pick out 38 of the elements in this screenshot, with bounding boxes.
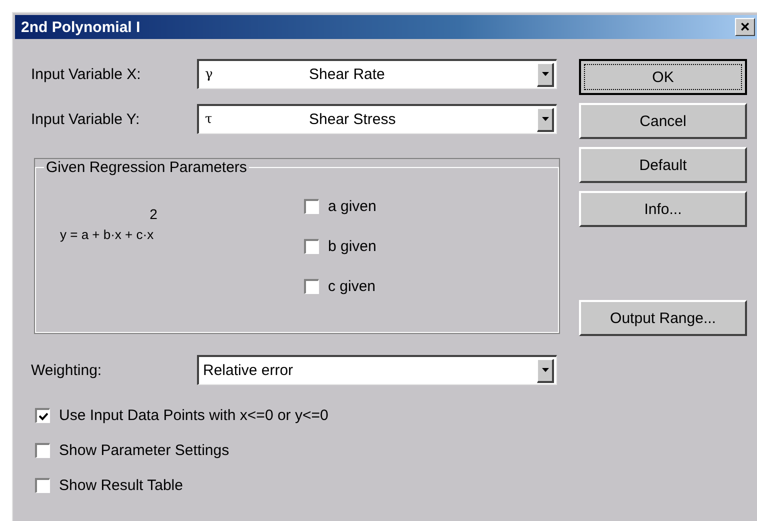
variable-symbol: τ (204, 112, 214, 127)
caret-icon (542, 72, 548, 76)
dialog-button[interactable]: Default (579, 147, 747, 183)
variable-dropdown[interactable]: τ Shear Stress (197, 104, 557, 134)
caret-icon (542, 368, 548, 372)
checkbox-label: Show Parameter Settings (59, 442, 230, 459)
dropdown-value: Shear Stress (308, 111, 397, 128)
checkbox-label: a given (328, 198, 376, 215)
check-icon (38, 412, 48, 420)
weighting-dropdown[interactable]: Relative error (197, 355, 557, 385)
checkbox-label: c given (328, 278, 376, 295)
group-title: Given Regression Parameters (45, 159, 248, 176)
checkbox[interactable] (304, 279, 319, 294)
field-label: Weighting: (31, 362, 103, 378)
dropdown-button[interactable] (537, 62, 554, 86)
dialog-button[interactable]: Output Range... (579, 300, 747, 336)
checkbox[interactable] (304, 239, 319, 254)
checkbox-label: Show Result Table (59, 477, 183, 494)
dropdown-value: Shear Rate (308, 66, 386, 83)
variable-dropdown[interactable]: γ Shear Rate (197, 59, 557, 89)
variable-symbol: γ (204, 67, 214, 82)
close-button[interactable]: × (735, 18, 755, 36)
checkbox[interactable] (35, 408, 50, 423)
dropdown-value: Relative error (202, 362, 294, 379)
dropdown-button[interactable] (537, 108, 554, 132)
checkbox-label: b given (328, 238, 376, 255)
dialog-button[interactable]: OK (579, 59, 747, 95)
field-label: Input Variable Y: (31, 110, 141, 128)
dialog-button[interactable]: Cancel (579, 103, 747, 139)
checkbox[interactable] (35, 443, 50, 458)
checkbox[interactable] (35, 478, 50, 493)
dialog-button[interactable]: Info... (579, 191, 747, 227)
window-title: 2nd Polynomial I (21, 18, 140, 36)
caret-icon (542, 117, 548, 121)
checkbox-label: Use Input Data Points with x<=0 or y<=0 (59, 407, 328, 424)
dropdown-button[interactable] (537, 358, 554, 382)
field-label: Input Variable X: (31, 66, 142, 82)
checkbox[interactable] (304, 199, 319, 214)
